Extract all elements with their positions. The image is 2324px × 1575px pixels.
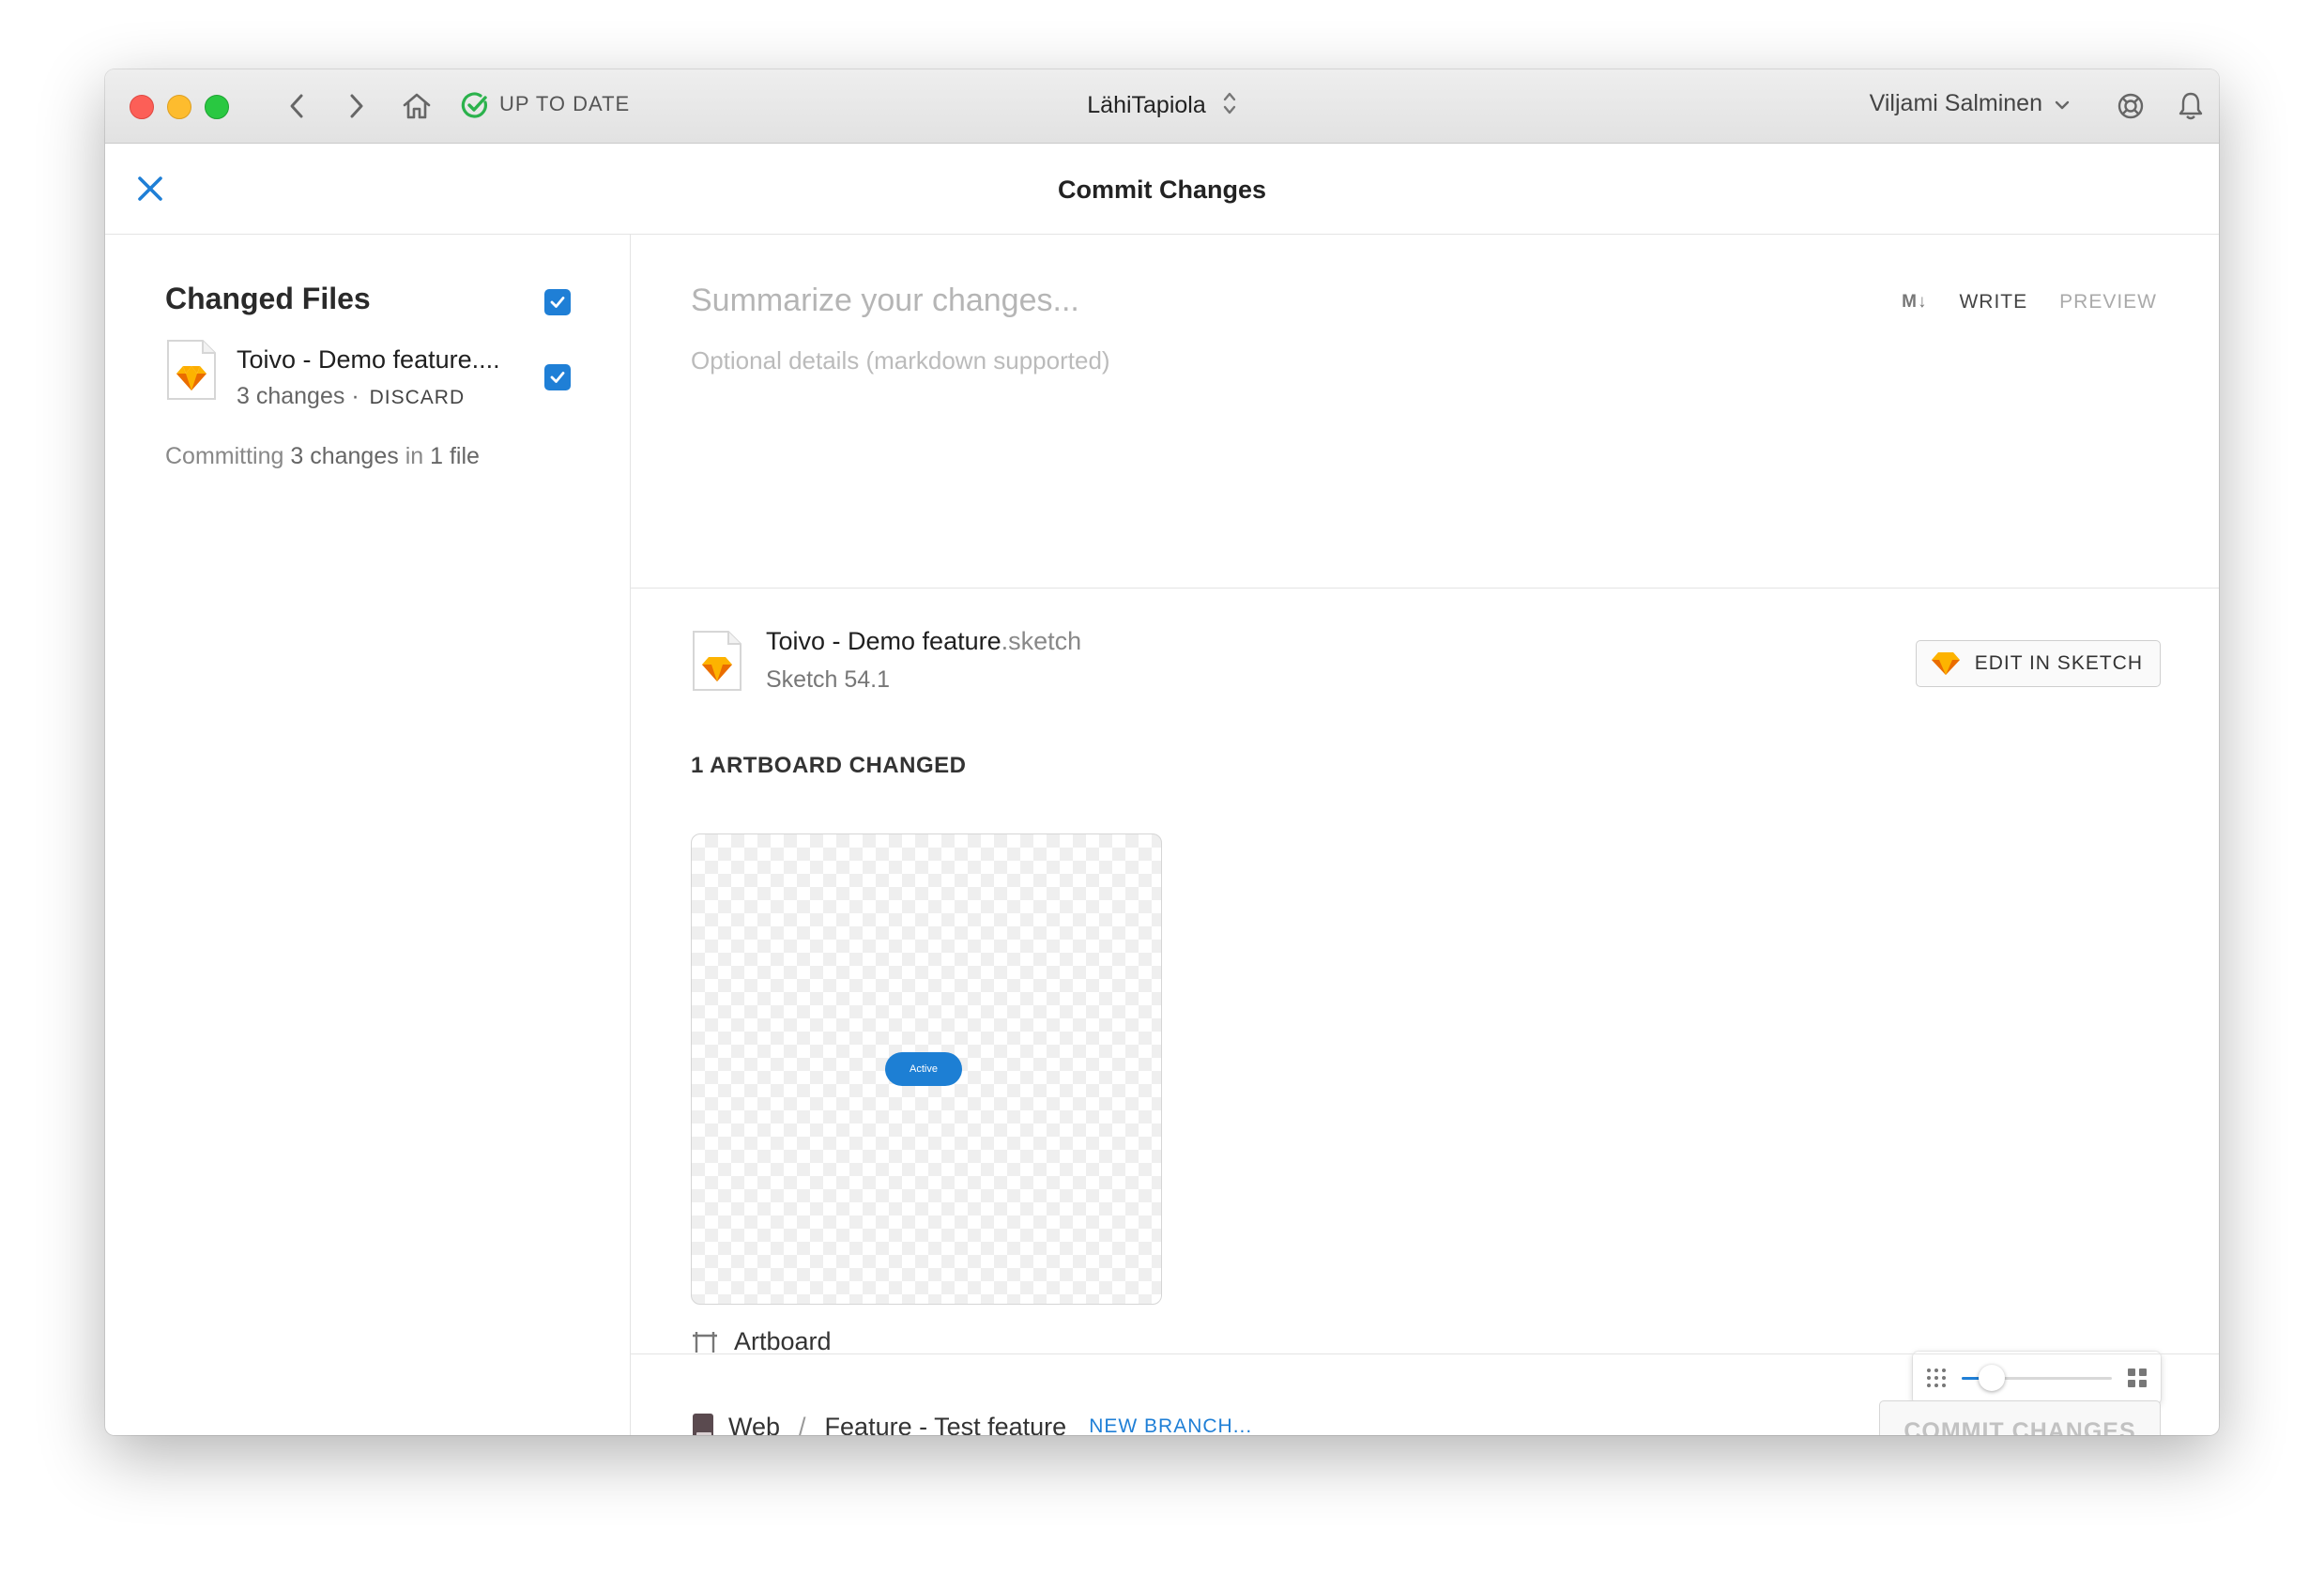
artboard-thumbnail[interactable]: Active bbox=[691, 833, 1162, 1305]
book-icon bbox=[693, 1414, 713, 1435]
summary-middle: in bbox=[405, 443, 424, 469]
changed-files-title: Changed Files bbox=[165, 282, 371, 315]
branch-breadcrumb: Web / Feature - Test feature NEW BRANCH.… bbox=[691, 1412, 1252, 1435]
sketch-version: Sketch 54.1 bbox=[766, 666, 891, 693]
sync-status-label: UP TO DATE bbox=[499, 92, 631, 115]
checkmark-icon bbox=[550, 297, 565, 308]
artboards-changed-heading: 1 ARTBOARD CHANGED bbox=[691, 753, 967, 778]
commit-summary-input[interactable] bbox=[691, 280, 1723, 321]
breadcrumb-branch[interactable]: Feature - Test feature bbox=[825, 1413, 1067, 1436]
detail-file-extension: .sketch bbox=[1001, 627, 1082, 655]
artboard-preview-button: Active bbox=[885, 1052, 962, 1086]
markdown-toolbar: M↓ WRITE PREVIEW bbox=[1902, 291, 2157, 313]
edit-in-sketch-button[interactable]: EDIT IN SKETCH bbox=[1915, 640, 2161, 687]
artboard-name: Artboard bbox=[734, 1327, 832, 1355]
artboard-icon bbox=[693, 1331, 717, 1353]
detail-file-name: Toivo - Demo feature.sketch bbox=[766, 627, 1081, 656]
chevron-left-icon[interactable] bbox=[280, 89, 313, 123]
select-all-checkbox[interactable] bbox=[544, 289, 571, 315]
checkmark-icon bbox=[550, 372, 565, 383]
sketch-file-icon bbox=[165, 338, 218, 402]
page-title: Commit Changes bbox=[1057, 176, 1267, 204]
title-bar: UP TO DATE LähiTapiola Viljami Salminen bbox=[105, 69, 2219, 144]
footer-divider bbox=[631, 1353, 2219, 1354]
sketch-file-icon bbox=[691, 629, 743, 693]
commit-details-input[interactable] bbox=[691, 342, 1723, 379]
changed-file-changes: 3 changes bbox=[237, 383, 345, 409]
breadcrumb-separator: / bbox=[799, 1412, 806, 1436]
new-branch-link[interactable]: NEW BRANCH... bbox=[1089, 1415, 1252, 1435]
chevron-right-icon[interactable] bbox=[340, 89, 374, 123]
sketch-icon bbox=[1931, 652, 1960, 675]
commit-main-panel: M↓ WRITE PREVIEW Toivo - Demo feature.sk… bbox=[631, 235, 2219, 1435]
commit-summary: Committing 3 changes in 1 file bbox=[165, 443, 480, 470]
tab-write[interactable]: WRITE bbox=[1959, 291, 2027, 313]
check-circle-icon bbox=[458, 89, 492, 123]
commit-changes-button[interactable]: COMMIT CHANGES bbox=[1879, 1400, 2161, 1435]
grid-large-icon[interactable] bbox=[2127, 1368, 2148, 1388]
section-divider bbox=[631, 588, 2219, 589]
project-name[interactable]: LähiTapiola bbox=[1087, 92, 1206, 118]
zoom-knob[interactable] bbox=[1979, 1365, 2005, 1391]
meta-separator: · bbox=[351, 383, 359, 409]
edit-in-sketch-label: EDIT IN SKETCH bbox=[1974, 652, 2143, 674]
user-name: Viljami Salminen bbox=[1869, 90, 2042, 116]
zoom-window-button[interactable] bbox=[205, 95, 229, 119]
changed-file-name[interactable]: Toivo - Demo feature.... bbox=[237, 345, 500, 375]
summary-changes: 3 changes bbox=[290, 443, 399, 469]
changed-files-sidebar: Changed Files Toivo - Demo feature.... 3… bbox=[105, 235, 631, 1435]
close-window-button[interactable] bbox=[130, 95, 154, 119]
artboard-label: Artboard bbox=[691, 1327, 832, 1356]
minimize-window-button[interactable] bbox=[167, 95, 191, 119]
app-window: UP TO DATE LähiTapiola Viljami Salminen … bbox=[105, 69, 2219, 1435]
chevron-down-icon bbox=[2054, 90, 2071, 117]
tab-preview[interactable]: PREVIEW bbox=[2059, 291, 2157, 313]
chevron-up-down-icon[interactable] bbox=[1222, 90, 1237, 123]
bell-icon[interactable] bbox=[2174, 89, 2208, 123]
breadcrumb-project[interactable]: Web bbox=[728, 1413, 780, 1436]
zoom-slider[interactable] bbox=[1913, 1352, 2161, 1404]
grid-small-icon[interactable] bbox=[1926, 1368, 1947, 1388]
discard-button[interactable]: DISCARD bbox=[370, 387, 466, 408]
file-checkbox[interactable] bbox=[544, 364, 571, 390]
home-icon[interactable] bbox=[400, 89, 434, 123]
changed-file-meta: 3 changes · DISCARD bbox=[237, 383, 465, 410]
markdown-icon: M↓ bbox=[1902, 292, 1928, 312]
dialog-header: Commit Changes bbox=[105, 144, 2219, 235]
lifebuoy-icon[interactable] bbox=[2114, 89, 2148, 123]
summary-files: 1 file bbox=[430, 443, 480, 469]
user-menu[interactable]: Viljami Salminen bbox=[1870, 90, 2071, 117]
summary-prefix: Committing bbox=[165, 443, 284, 469]
detail-file-basename: Toivo - Demo feature bbox=[766, 627, 1001, 655]
